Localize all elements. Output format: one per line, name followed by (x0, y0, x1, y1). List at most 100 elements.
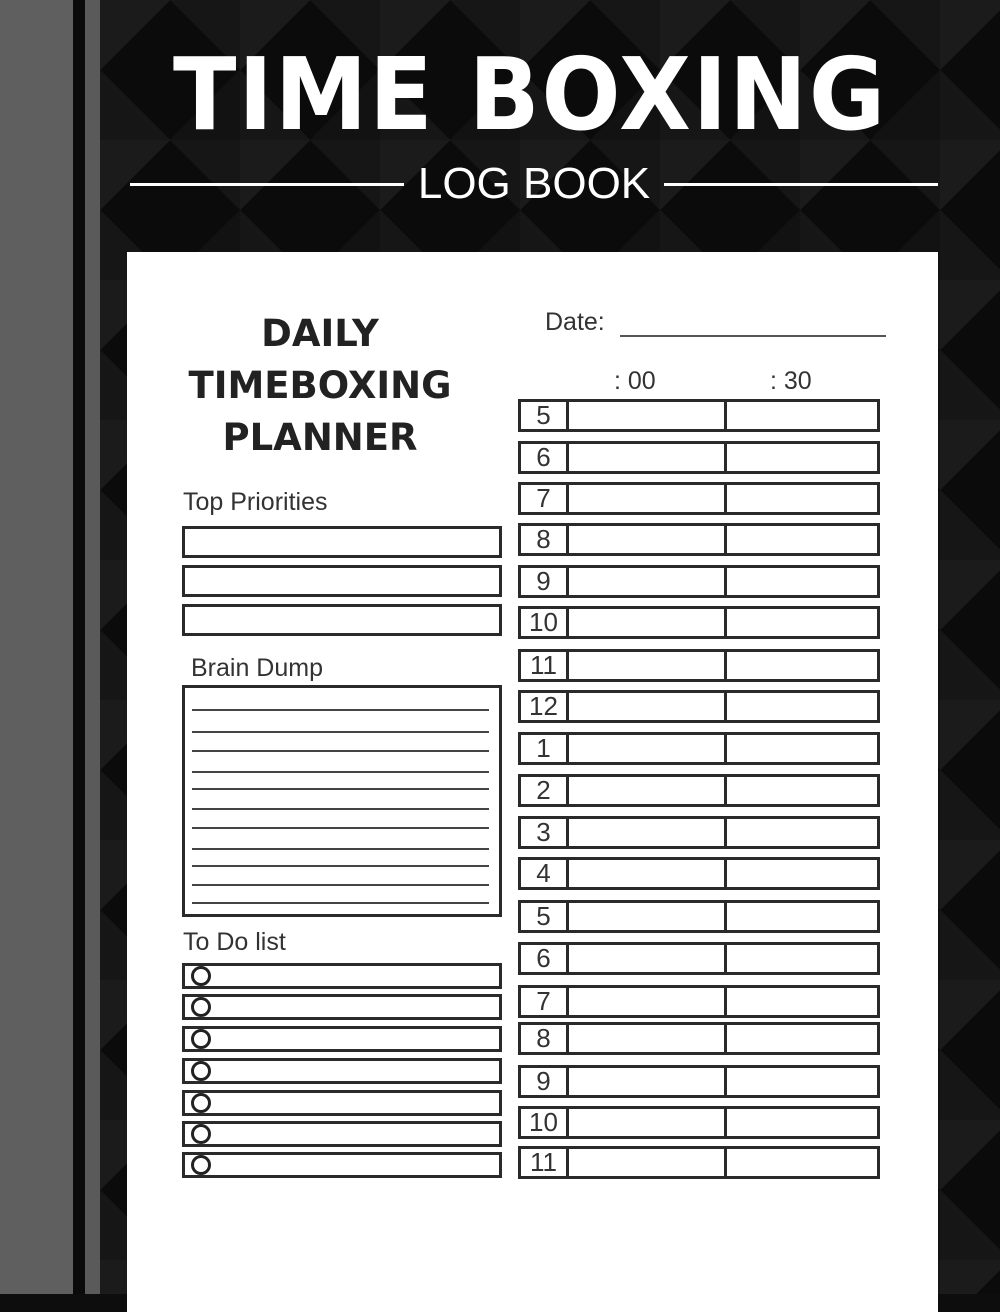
slot-30[interactable] (727, 444, 877, 471)
priority-field[interactable] (182, 565, 502, 597)
todo-item[interactable] (182, 1058, 502, 1084)
todo-item[interactable] (182, 994, 502, 1020)
slot-00[interactable] (569, 652, 727, 679)
brain-dump-rule (192, 865, 489, 867)
planner-title-line: TIMEBOXING (188, 364, 452, 407)
slot-00[interactable] (569, 735, 727, 762)
todo-item[interactable] (182, 1090, 502, 1116)
subtitle-rule-left (130, 182, 404, 186)
brain-dump-rule (192, 788, 489, 790)
slot-30[interactable] (727, 777, 877, 804)
slot-30[interactable] (727, 485, 877, 512)
slot-00[interactable] (569, 1109, 727, 1136)
date-label: Date: (545, 308, 605, 336)
hour-label: 7 (521, 485, 569, 512)
planner-title-line: PLANNER (222, 416, 418, 459)
brain-dump-rule (192, 750, 489, 752)
slot-00[interactable] (569, 1068, 727, 1095)
slot-30[interactable] (727, 735, 877, 762)
hour-label: 6 (521, 945, 569, 972)
hour-row: 8 (518, 523, 880, 556)
slot-00[interactable] (569, 819, 727, 846)
hour-label: 12 (521, 693, 569, 720)
slot-00[interactable] (569, 777, 727, 804)
slot-30[interactable] (727, 1025, 877, 1052)
hour-label: 10 (521, 609, 569, 636)
slot-30[interactable] (727, 945, 877, 972)
slot-30[interactable] (727, 903, 877, 930)
hour-label: 5 (521, 903, 569, 930)
slot-00[interactable] (569, 444, 727, 471)
slot-30[interactable] (727, 1068, 877, 1095)
checkbox-circle-icon[interactable] (191, 1155, 211, 1175)
brain-dump-rule (192, 808, 489, 810)
slot-30[interactable] (727, 1109, 877, 1136)
hour-row: 11 (518, 649, 880, 682)
date-field[interactable] (620, 335, 886, 337)
hour-label: 9 (521, 568, 569, 595)
slot-00[interactable] (569, 945, 727, 972)
brain-dump-rule (192, 902, 489, 904)
hour-row: 9 (518, 565, 880, 598)
slot-00[interactable] (569, 526, 727, 553)
hour-label: 8 (521, 1025, 569, 1052)
hour-row: 12 (518, 690, 880, 723)
checkbox-circle-icon[interactable] (191, 966, 211, 986)
checkbox-circle-icon[interactable] (191, 1124, 211, 1144)
slot-30[interactable] (727, 988, 877, 1015)
subtitle-rule-right (664, 182, 939, 186)
slot-30[interactable] (727, 402, 877, 429)
slot-00[interactable] (569, 988, 727, 1015)
slot-30[interactable] (727, 819, 877, 846)
slot-30[interactable] (727, 526, 877, 553)
hour-row: 6 (518, 942, 880, 975)
book-spine-shadow (73, 0, 85, 1294)
slot-00[interactable] (569, 693, 727, 720)
column-header-00: : 00 (614, 367, 656, 395)
hour-row: 7 (518, 985, 880, 1018)
brain-dump-rule (192, 771, 489, 773)
hour-row: 5 (518, 900, 880, 933)
slot-00[interactable] (569, 860, 727, 887)
checkbox-circle-icon[interactable] (191, 997, 211, 1017)
priority-field[interactable] (182, 604, 502, 636)
brain-dump-rule (192, 884, 489, 886)
slot-30[interactable] (727, 693, 877, 720)
slot-30[interactable] (727, 1149, 877, 1176)
hour-label: 11 (521, 1149, 569, 1176)
priority-field[interactable] (182, 526, 502, 558)
hour-row: 2 (518, 774, 880, 807)
slot-00[interactable] (569, 903, 727, 930)
cover-title: TIME BOXING (172, 36, 888, 153)
cover-subtitle: LOG BOOK (417, 159, 651, 208)
slot-30[interactable] (727, 568, 877, 595)
todo-label: To Do list (183, 928, 286, 956)
slot-00[interactable] (569, 485, 727, 512)
slot-30[interactable] (727, 860, 877, 887)
book-spine-edge (85, 0, 100, 1294)
todo-item[interactable] (182, 1026, 502, 1052)
checkbox-circle-icon[interactable] (191, 1061, 211, 1081)
checkbox-circle-icon[interactable] (191, 1029, 211, 1049)
todo-item[interactable] (182, 963, 502, 989)
hour-row: 11 (518, 1146, 880, 1179)
slot-00[interactable] (569, 1025, 727, 1052)
hour-row: 4 (518, 857, 880, 890)
checkbox-circle-icon[interactable] (191, 1093, 211, 1113)
hour-label: 9 (521, 1068, 569, 1095)
slot-00[interactable] (569, 1149, 727, 1176)
hour-row: 3 (518, 816, 880, 849)
slot-30[interactable] (727, 652, 877, 679)
hour-label: 3 (521, 819, 569, 846)
slot-00[interactable] (569, 568, 727, 595)
planner-title-line: DAILY (261, 312, 379, 355)
slot-00[interactable] (569, 402, 727, 429)
planner-title: DAILY TIMEBOXING PLANNER (175, 308, 465, 464)
slot-00[interactable] (569, 609, 727, 636)
brain-dump-area[interactable] (182, 685, 502, 917)
slot-30[interactable] (727, 609, 877, 636)
todo-item[interactable] (182, 1121, 502, 1147)
hour-label: 5 (521, 402, 569, 429)
brain-dump-rule (192, 827, 489, 829)
todo-item[interactable] (182, 1152, 502, 1178)
